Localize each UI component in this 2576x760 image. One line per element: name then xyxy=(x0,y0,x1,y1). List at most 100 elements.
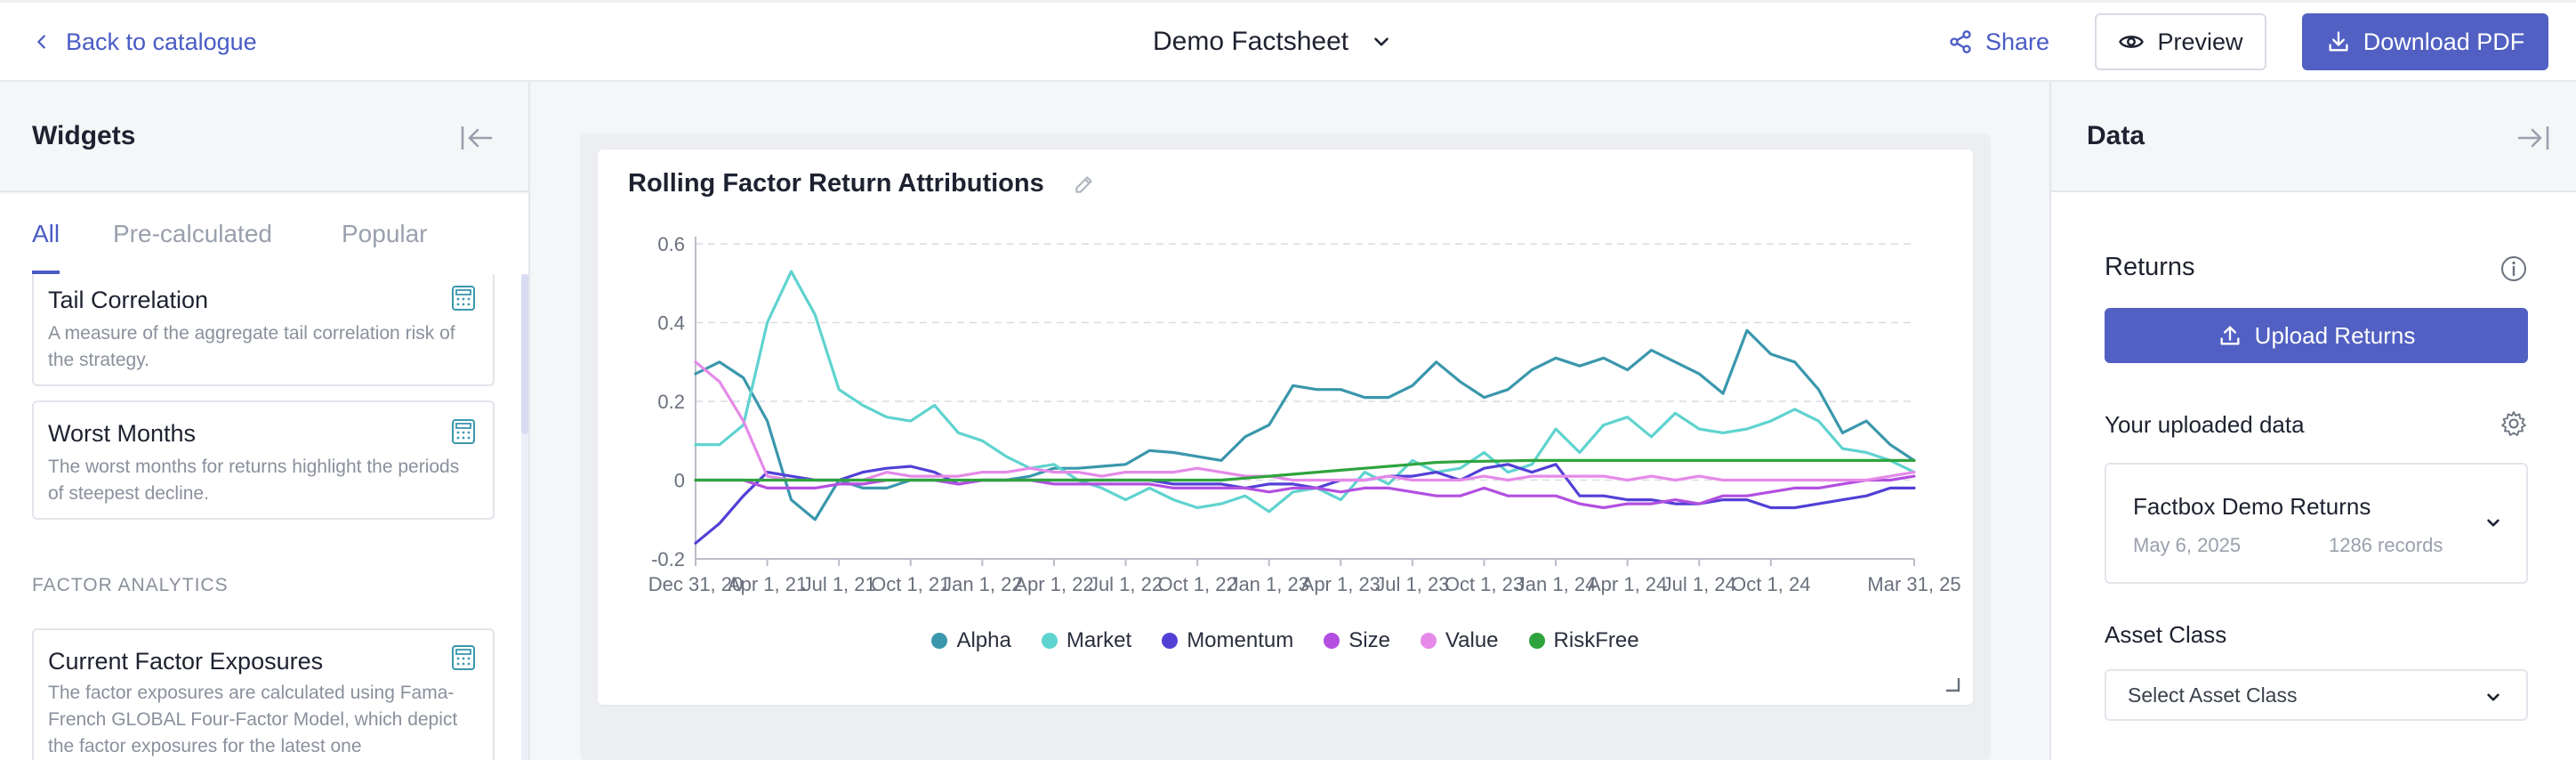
legend-item-market[interactable]: Market xyxy=(1041,628,1131,653)
widget-card-tail-correlation[interactable]: Tail Correlation A measure of the aggreg… xyxy=(32,274,495,386)
y-tick-label: -0.2 xyxy=(651,548,685,570)
x-tick-label: Jan 1, 22 xyxy=(942,573,1023,595)
chevron-left-icon xyxy=(37,35,45,49)
resize-handle-icon[interactable] xyxy=(1944,676,1960,692)
share-button[interactable]: Share xyxy=(1948,26,2049,58)
data-panel-title: Data xyxy=(2087,121,2145,150)
x-tick-label: Jan 1, 23 xyxy=(1228,573,1309,595)
x-tick-label: Oct 1, 21 xyxy=(871,573,950,595)
x-tick-label: Mar 31, 25 xyxy=(1867,573,1960,595)
y-tick-label: 0 xyxy=(674,470,685,492)
legend-item-riskfree[interactable]: RiskFree xyxy=(1528,628,1639,653)
uploaded-dataset-dropdown[interactable]: Factbox Demo Returns May 6, 2025 1286 re… xyxy=(2105,463,2528,584)
share-icon xyxy=(1950,30,1971,53)
back-to-catalogue-link[interactable]: Back to catalogue xyxy=(32,26,257,58)
tab-popular[interactable]: Popular xyxy=(342,194,428,274)
returns-title: Returns xyxy=(2105,253,2195,281)
data-panel-header: Data xyxy=(2051,82,2576,192)
chevron-down-icon xyxy=(2487,693,2500,701)
collapse-left-icon[interactable] xyxy=(459,123,495,153)
chevron-down-icon xyxy=(2487,519,2500,527)
asset-class-title: Asset Class xyxy=(2105,621,2227,648)
share-label: Share xyxy=(1985,28,2050,55)
legend-item-momentum[interactable]: Momentum xyxy=(1162,628,1293,653)
collapse-right-icon[interactable] xyxy=(2516,123,2551,153)
legend-swatch xyxy=(1162,633,1179,649)
calculator-icon xyxy=(452,645,475,670)
line-chart: 0.60.40.20-0.2Dec 31, 20Apr 1, 21Jul 1, … xyxy=(648,233,1961,595)
widget-card-worst-months[interactable]: Worst Months The worst months for return… xyxy=(32,400,495,520)
legend-item-value[interactable]: Value xyxy=(1420,628,1499,653)
legend-swatch xyxy=(1041,633,1058,649)
calculator-icon xyxy=(452,419,475,444)
section-label-factor-analytics: FACTOR ANALYTICS xyxy=(32,575,229,595)
chart-widget[interactable]: Rolling Factor Return Attributions 0.6 0.… xyxy=(598,150,1973,705)
x-tick-label: Jul 1, 23 xyxy=(1375,573,1449,595)
dataset-date: May 6, 2025 xyxy=(2133,534,2242,556)
x-tick-label: Oct 1, 23 xyxy=(1445,573,1524,595)
widgets-header: Widgets xyxy=(0,82,528,192)
widget-card-current-factor-exposures[interactable]: Current Factor Exposures The factor expo… xyxy=(32,628,495,760)
x-tick-label: Oct 1, 22 xyxy=(1157,573,1236,595)
widget-card-description: The factor exposures are calculated usin… xyxy=(48,683,458,756)
widget-tabs: All Pre-calculated Popular xyxy=(0,194,528,274)
widget-list: Tail Correlation A measure of the aggreg… xyxy=(0,274,528,760)
uploaded-data-title: Your uploaded data xyxy=(2105,411,2305,438)
legend-label: Momentum xyxy=(1187,628,1294,652)
x-tick-label: Apr 1, 24 xyxy=(1588,573,1667,595)
calculator-icon xyxy=(452,286,475,311)
upload-icon xyxy=(2220,326,2240,345)
download-pdf-button[interactable]: Download PDF xyxy=(2302,13,2548,70)
top-bar: Back to catalogue Demo Factsheet Share P… xyxy=(0,0,2576,82)
dataset-record-count: 1286 records xyxy=(2329,534,2443,556)
document-title: Demo Factsheet xyxy=(1153,27,1349,56)
legend-item-size[interactable]: Size xyxy=(1324,628,1390,653)
legend-label: Size xyxy=(1348,628,1390,652)
document-title-dropdown[interactable]: Demo Factsheet xyxy=(1153,24,1393,60)
chevron-down-icon xyxy=(1374,37,1389,46)
asset-class-select[interactable]: Select Asset Class xyxy=(2105,669,2528,721)
x-tick-label: Apr 1, 23 xyxy=(1301,573,1381,595)
legend-swatch xyxy=(1528,633,1545,649)
y-tick-label: 0.4 xyxy=(657,312,685,335)
legend-label: Alpha xyxy=(956,628,1011,652)
tab-pre-calculated[interactable]: Pre-calculated xyxy=(113,194,272,274)
gear-icon[interactable] xyxy=(2500,409,2528,438)
info-icon[interactable] xyxy=(2500,255,2528,283)
tab-all[interactable]: All xyxy=(32,194,60,274)
legend-swatch xyxy=(1324,633,1340,649)
download-pdf-label: Download PDF xyxy=(2363,28,2525,55)
legend-label: RiskFree xyxy=(1553,628,1639,652)
eye-icon xyxy=(2119,36,2145,48)
widgets-sidebar: Widgets All Pre-calculated Popular Tail … xyxy=(0,82,530,760)
dataset-name: Factbox Demo Returns xyxy=(2133,493,2371,520)
legend-swatch xyxy=(931,633,948,649)
series-line-value xyxy=(694,360,1916,482)
asset-class-placeholder: Select Asset Class xyxy=(2128,683,2298,707)
chart-legend: Alpha Market Momentum Size Value RiskFree xyxy=(598,623,1973,659)
widget-card-description: The worst months for returns highlight t… xyxy=(48,457,460,504)
widget-card-description: A measure of the aggregate tail correlat… xyxy=(48,323,455,370)
data-panel: Data Returns Upload Returns Your uploade… xyxy=(2049,82,2576,760)
upload-returns-button[interactable]: Upload Returns xyxy=(2105,308,2528,363)
widget-card-title: Current Factor Exposures xyxy=(48,648,324,675)
x-tick-label: Oct 1, 24 xyxy=(1731,573,1810,595)
x-tick-label: Jan 1, 24 xyxy=(1516,573,1597,595)
widget-card-title: Tail Correlation xyxy=(48,287,209,313)
x-tick-label: Apr 1, 21 xyxy=(728,573,807,595)
legend-item-alpha[interactable]: Alpha xyxy=(931,628,1011,653)
y-tick-label: 0.2 xyxy=(657,391,685,413)
widget-card-title: Worst Months xyxy=(48,420,197,447)
back-label: Back to catalogue xyxy=(66,28,257,55)
x-tick-label: Jul 1, 21 xyxy=(802,573,876,595)
y-tick-label: 0.6 xyxy=(657,233,685,255)
legend-label: Value xyxy=(1445,628,1499,652)
legend-swatch xyxy=(1420,633,1437,649)
preview-button[interactable]: Preview xyxy=(2095,13,2266,70)
download-icon xyxy=(2329,31,2348,52)
x-tick-label: Apr 1, 22 xyxy=(1014,573,1093,595)
widgets-title: Widgets xyxy=(32,121,136,150)
widget-list-scroll-thumb[interactable] xyxy=(521,274,528,434)
x-tick-label: Jul 1, 22 xyxy=(1089,573,1163,595)
x-tick-label: Jul 1, 24 xyxy=(1662,573,1736,595)
